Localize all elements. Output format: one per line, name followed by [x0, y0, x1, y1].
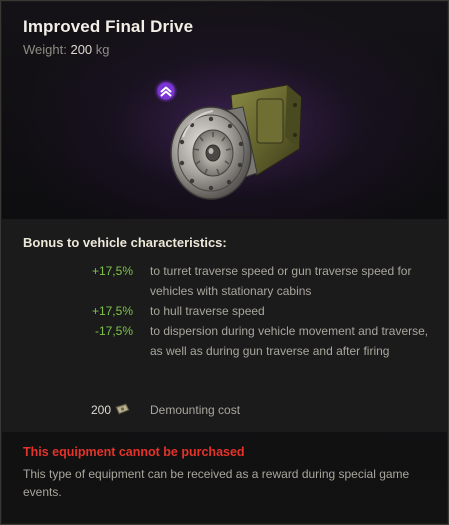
item-title: Improved Final Drive	[23, 17, 194, 36]
demounting-cost-row: 200 Demounting cost	[1, 400, 448, 420]
weight-label: Weight:	[23, 42, 67, 57]
characteristics-panel: Bonus to vehicle characteristics: +17,5%…	[1, 219, 448, 432]
equipment-tooltip: Improved Final Drive Weight: 200 kg Bonu…	[0, 0, 449, 525]
final-drive-gear-icon	[170, 84, 302, 200]
bonus-description: to turret traverse speed or gun traverse…	[150, 264, 412, 298]
bonus-description: to dispersion during vehicle movement an…	[150, 324, 429, 358]
cost-label: Demounting cost	[150, 403, 241, 417]
bonus-description: to hull traverse speed	[150, 304, 265, 318]
tooltip-header: Improved Final Drive Weight: 200 kg	[1, 1, 448, 219]
bonus-value: +17,5%	[91, 304, 133, 318]
weight-value: 200	[70, 42, 93, 57]
characteristics-heading: Bonus to vehicle characteristics:	[23, 235, 227, 250]
purchase-warning: This equipment cannot be purchased	[23, 445, 245, 459]
tooltip-footer: This equipment cannot be purchased This …	[1, 432, 448, 524]
weight-unit: kg	[95, 42, 110, 57]
bonus-value: +17,5%	[91, 264, 133, 278]
reward-note: This type of equipment can be received a…	[23, 467, 410, 499]
credits-icon	[115, 403, 130, 415]
item-weight: Weight: 200 kg	[23, 42, 110, 57]
cost-value: 200	[90, 403, 111, 417]
bonus-value: -17,5%	[94, 324, 133, 338]
